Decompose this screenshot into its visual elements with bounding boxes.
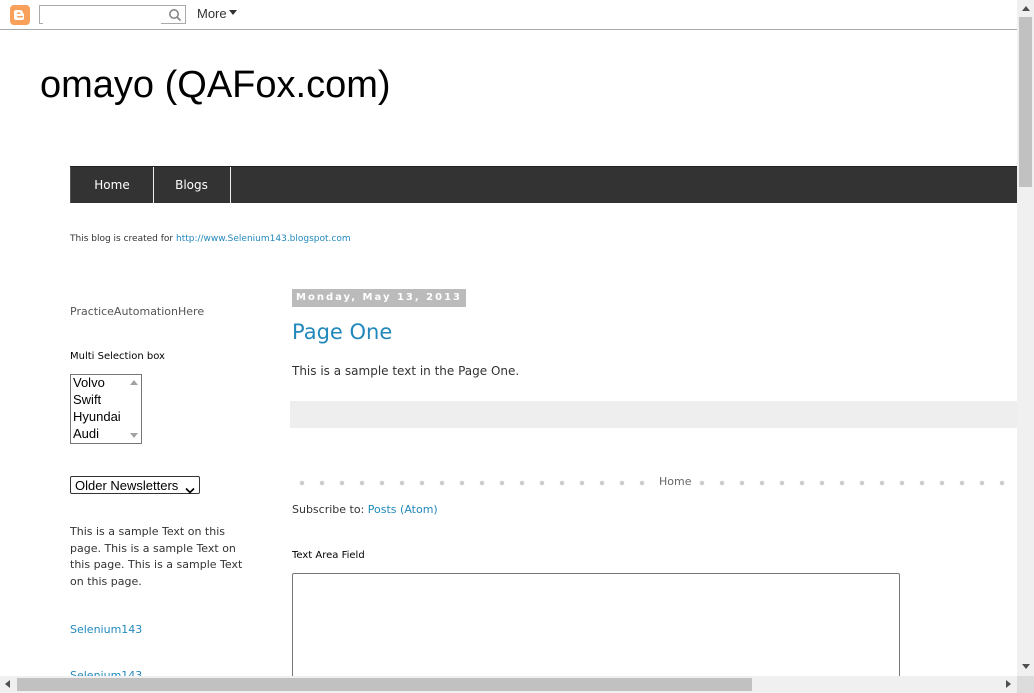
pager-home-link[interactable]: Home (652, 474, 699, 490)
chevron-down-icon (185, 482, 195, 500)
scroll-down-icon[interactable] (1022, 664, 1030, 669)
scrollbar-corner (1017, 676, 1034, 693)
scroll-left-icon[interactable] (5, 680, 10, 688)
sidebar-sample-text: This is a sample Text on this page. This… (70, 525, 243, 588)
search-icon[interactable] (168, 7, 182, 26)
blog-description: This blog is created for http://www.Sele… (70, 234, 351, 244)
multi-selection-heading: Multi Selection box (70, 351, 165, 362)
blogger-logo-icon[interactable] (10, 5, 30, 25)
more-menu-button[interactable]: More (197, 6, 237, 21)
multi-selection-box[interactable]: Volvo Swift Hyundai Audi (70, 374, 142, 444)
post-footer (290, 401, 1018, 428)
tab-blogs[interactable]: Blogs (153, 167, 231, 203)
scroll-up-arrow-icon[interactable] (130, 380, 138, 385)
post-date-header: Monday, May 13, 2013 (292, 289, 466, 307)
blog-title: omayo (QAFox.com) (40, 64, 391, 106)
navbar-search (39, 5, 186, 26)
post-title-link[interactable]: Page One (292, 320, 392, 344)
sidebar-title: PracticeAutomationHere (70, 305, 205, 318)
page-tabs: Home Blogs (70, 166, 1018, 203)
text-area-heading: Text Area Field (292, 550, 365, 561)
more-label: More (197, 6, 227, 21)
post-body: This is a sample text in the Page One. (292, 364, 520, 378)
navbar-search-input[interactable] (43, 10, 161, 25)
description-text: This blog is created for (70, 234, 176, 244)
subscribe-posts-atom-link[interactable]: Posts (Atom) (368, 503, 438, 516)
subscribe-line: Subscribe to: Posts (Atom) (292, 503, 438, 516)
tab-home[interactable]: Home (70, 167, 154, 203)
caret-down-icon (228, 10, 237, 15)
scroll-right-icon[interactable] (1006, 680, 1011, 688)
subscribe-label: Subscribe to: (292, 503, 368, 516)
dropdown-selected-value: Older Newsletters (75, 478, 179, 493)
sidebar-link-selenium143[interactable]: Selenium143 (70, 623, 142, 636)
scroll-up-icon[interactable] (1022, 6, 1030, 11)
horizontal-scroll-thumb[interactable] (17, 678, 752, 691)
horizontal-scrollbar[interactable] (0, 676, 1017, 693)
vertical-scrollbar[interactable] (1017, 0, 1034, 676)
vertical-scroll-thumb[interactable] (1019, 17, 1032, 187)
text-area-field[interactable] (292, 573, 900, 683)
description-link[interactable]: http://www.Selenium143.blogspot.com (176, 234, 351, 244)
older-newsletters-dropdown[interactable]: Older Newsletters (70, 476, 200, 494)
blogger-navbar: More (0, 0, 1034, 30)
scroll-down-arrow-icon[interactable] (130, 433, 138, 438)
pager-dotted-divider (292, 480, 1008, 486)
multi-select-scrollbar[interactable] (126, 375, 141, 443)
